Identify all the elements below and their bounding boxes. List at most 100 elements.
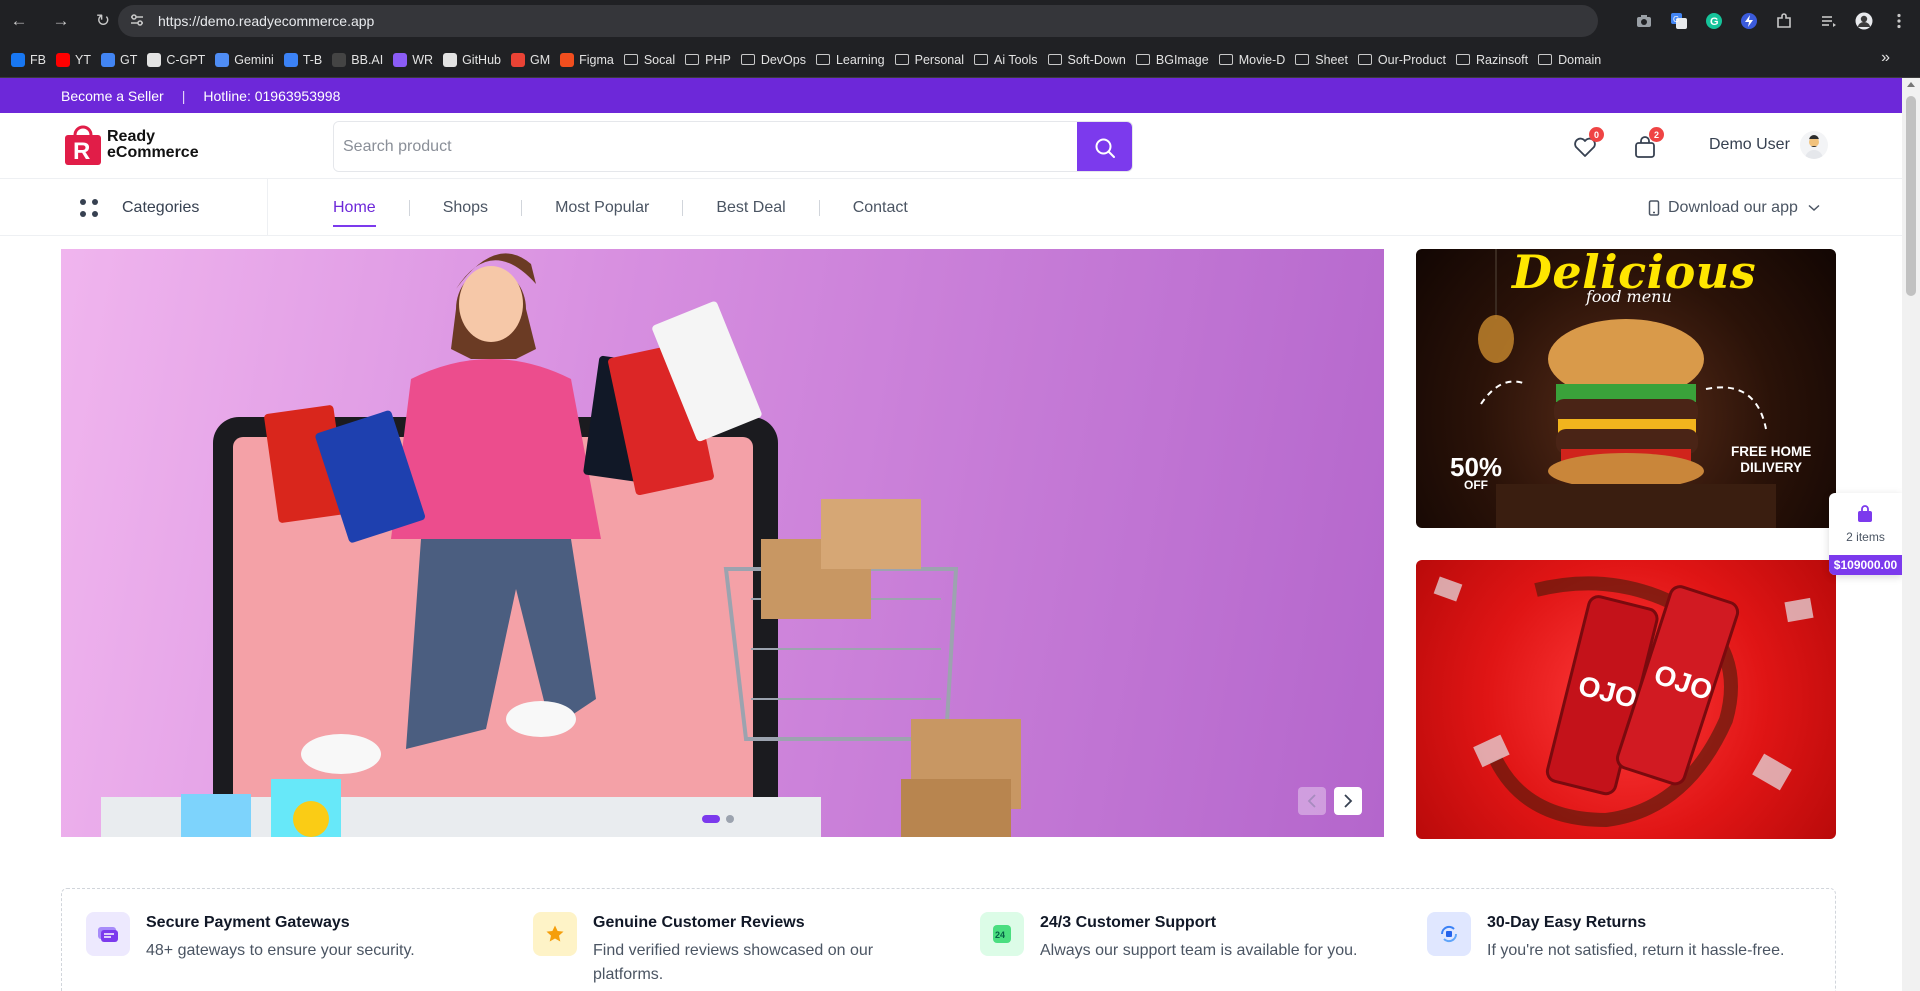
bookmark-socal[interactable]: Socal <box>621 47 682 73</box>
folder-icon <box>1218 54 1233 65</box>
food-promo-banner[interactable]: Delicious food menu 50% OFF FREE HOME DILI… <box>1416 249 1836 528</box>
menu-divider <box>682 199 684 216</box>
back-arrow-icon[interactable]: ← <box>8 10 30 32</box>
download-app-dropdown[interactable]: Download our app <box>1648 179 1820 236</box>
hotline-text[interactable]: Hotline: 01963953998 <box>203 88 340 104</box>
search-input[interactable] <box>334 122 1077 171</box>
reload-icon[interactable]: ↻ <box>92 10 114 32</box>
bookmark-learning[interactable]: Learning <box>813 47 892 73</box>
folder-icon <box>1456 54 1471 65</box>
bookmark-wr[interactable]: WR <box>390 47 440 73</box>
folder-icon <box>815 54 830 65</box>
folder-icon <box>1295 54 1310 65</box>
bookmark-personal[interactable]: Personal <box>892 47 971 73</box>
hero-prev-button[interactable] <box>1298 787 1326 815</box>
forward-arrow-icon[interactable]: → <box>50 10 72 32</box>
bookmark-domain[interactable]: Domain <box>1535 47 1608 73</box>
bookmark-label: YT <box>74 52 91 67</box>
bookmark-t-b[interactable]: T-B <box>281 47 329 73</box>
nav-link-best-deal[interactable]: Best Deal <box>716 179 785 236</box>
folder-icon <box>1047 54 1062 65</box>
bookmark-label: Gemini <box>234 52 274 67</box>
search-icon <box>1095 138 1115 158</box>
bookmark-label: GT <box>119 52 138 67</box>
bookmark-label: C-GPT <box>166 52 206 67</box>
bookmark-gt[interactable]: GT <box>98 47 144 73</box>
hero-dot-2[interactable] <box>726 815 734 823</box>
returns-icon <box>1427 912 1471 956</box>
camera-icon[interactable] <box>1626 0 1661 42</box>
logo-text-line2: eCommerce <box>107 144 199 161</box>
become-seller-link[interactable]: Become a Seller <box>61 88 164 104</box>
drink-promo-banner[interactable]: OJO OJO <box>1416 560 1836 839</box>
bookmark-label: Our-Product <box>1377 52 1447 67</box>
reading-list-icon[interactable] <box>1811 0 1846 42</box>
bookmark-figma[interactable]: Figma <box>557 47 621 73</box>
cart-count-badge: 2 <box>1649 127 1664 142</box>
bookmark-bgimage[interactable]: BGImage <box>1133 47 1216 73</box>
user-menu[interactable]: Demo User <box>1709 131 1828 159</box>
floating-cart-items: 2 items <box>1846 530 1885 544</box>
bookmark-devops[interactable]: DevOps <box>738 47 813 73</box>
bookmark-movie-d[interactable]: Movie-D <box>1216 47 1293 73</box>
scroll-up-icon[interactable] <box>1907 82 1915 87</box>
feature-title: Secure Payment Gateways <box>146 914 350 931</box>
bookmark-php[interactable]: PHP <box>682 47 738 73</box>
hero-dot-1[interactable] <box>702 815 720 823</box>
profile-icon[interactable] <box>1846 0 1881 42</box>
grammarly-icon[interactable]: G <box>1696 0 1731 42</box>
bookmark-razinsoft[interactable]: Razinsoft <box>1453 47 1535 73</box>
feature-desc: If you're not satisfied, return it hassl… <box>1487 942 1785 959</box>
site-settings-icon[interactable] <box>130 13 144 29</box>
url-text[interactable]: https://demo.readyecommerce.app <box>158 13 374 29</box>
bookmark-soft-down[interactable]: Soft-Down <box>1045 47 1133 73</box>
bookmark-gemini[interactable]: Gemini <box>212 47 281 73</box>
bookmark-gm[interactable]: GM <box>508 47 557 73</box>
bookmark-yt[interactable]: YT <box>53 47 98 73</box>
hero-next-button[interactable] <box>1334 787 1362 815</box>
cart-button[interactable]: 2 <box>1632 127 1664 160</box>
browser-toolbar: ← → ↻ https://demo.readyecommerce.app G … <box>0 0 1920 42</box>
folder-icon <box>1538 54 1553 65</box>
nav-link-most-popular[interactable]: Most Popular <box>555 179 649 236</box>
more-vert-icon[interactable] <box>1881 0 1916 42</box>
folder-icon <box>1135 54 1150 65</box>
more-bookmarks-icon[interactable]: » <box>1881 49 1890 67</box>
bookmark-label: GM <box>529 52 551 67</box>
nav-link-home[interactable]: Home <box>333 179 376 236</box>
feature-desc: Find verified reviews showcased on our p… <box>593 942 874 983</box>
github-icon <box>443 52 458 67</box>
bookmark-github[interactable]: GitHub <box>440 47 508 73</box>
floating-cart-widget[interactable]: 2 items $109000.00 <box>1829 493 1902 575</box>
scrollbar-thumb[interactable] <box>1906 96 1916 296</box>
bookmark-c-gpt[interactable]: C-GPT <box>144 47 212 73</box>
hero-pagination <box>702 815 734 823</box>
bookmark-sheet[interactable]: Sheet <box>1292 47 1355 73</box>
chevron-left-icon <box>1307 794 1316 808</box>
floating-cart-total: $109000.00 <box>1829 555 1902 575</box>
search-button[interactable] <box>1077 122 1132 171</box>
translate-icon[interactable]: G <box>1661 0 1696 42</box>
address-bar[interactable]: https://demo.readyecommerce.app <box>118 5 1598 37</box>
food-promo-delivery: FREE HOME DILIVERY <box>1731 444 1812 475</box>
bookmark-fb[interactable]: FB <box>8 47 53 73</box>
folder-icon <box>1357 54 1372 65</box>
categories-button[interactable]: Categories <box>61 179 268 236</box>
bookmark-label: PHP <box>705 52 731 67</box>
nav-link-contact[interactable]: Contact <box>853 179 908 236</box>
site-logo[interactable]: R Ready eCommerce <box>61 123 199 167</box>
feature-title: 24/3 Customer Support <box>1040 914 1217 931</box>
puzzle-extensions-icon[interactable] <box>1766 0 1801 42</box>
extensions-area: G G <box>1626 0 1920 42</box>
avatar <box>1799 131 1828 159</box>
page-scrollbar[interactable] <box>1902 78 1920 991</box>
topbar-separator: | <box>181 87 186 104</box>
bookmark-bb-ai[interactable]: BB.AI <box>329 47 390 73</box>
wishlist-button[interactable]: 0 <box>1572 127 1604 160</box>
nav-link-shops[interactable]: Shops <box>443 179 488 236</box>
extension-bolt-icon[interactable] <box>1731 0 1766 42</box>
bookmark-our-product[interactable]: Our-Product <box>1355 47 1453 73</box>
hero-banner[interactable] <box>61 249 1384 837</box>
bookmark-ai-tools[interactable]: Ai Tools <box>971 47 1045 73</box>
folder-icon <box>894 54 909 65</box>
